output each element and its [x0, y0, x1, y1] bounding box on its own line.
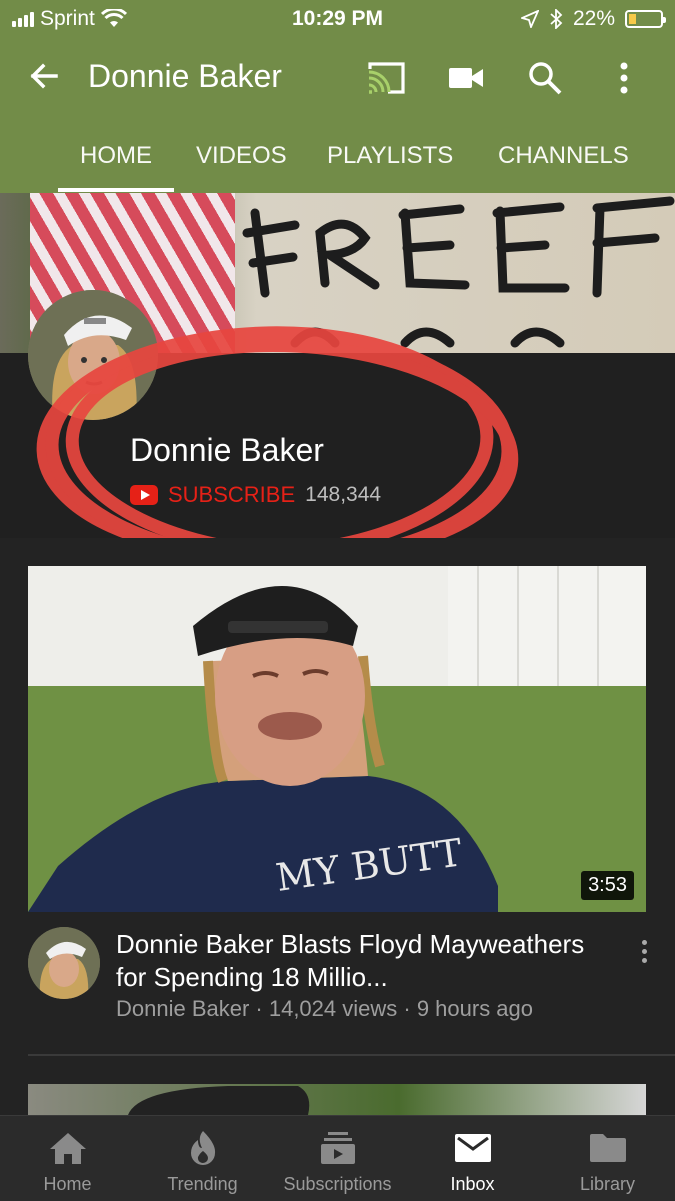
- more-options-button[interactable]: [604, 58, 644, 98]
- subscribe-button[interactable]: SUBSCRIBE: [168, 482, 295, 508]
- youtube-logo-icon: [130, 485, 158, 505]
- bottom-navigation: Home Trending Subscriptions Inbox Librar…: [0, 1115, 675, 1201]
- nav-library-label: Library: [579, 1174, 636, 1194]
- video-more-options-button[interactable]: [630, 940, 658, 976]
- search-icon: [529, 62, 562, 95]
- battery-icon: [625, 10, 666, 28]
- tab-playlists[interactable]: PLAYLISTS: [327, 142, 453, 170]
- nav-subscriptions-label: Subscriptions: [283, 1174, 392, 1194]
- app-bar: Donnie Baker: [0, 40, 675, 116]
- nav-library[interactable]: Library: [540, 1116, 675, 1201]
- nav-home-label: Home: [43, 1174, 92, 1194]
- nav-inbox[interactable]: Inbox: [405, 1116, 540, 1201]
- status-bar: Sprint 10:29 PM 22%: [0, 0, 675, 40]
- video-title[interactable]: Donnie Baker Blasts Floyd Mayweathers fo…: [116, 928, 616, 994]
- tab-home[interactable]: HOME: [80, 142, 152, 170]
- cast-icon: [368, 62, 405, 94]
- header: Sprint 10:29 PM 22% Donnie Baker HOME VI…: [0, 0, 675, 193]
- active-tab-indicator: [58, 188, 174, 192]
- nav-home[interactable]: Home: [0, 1116, 135, 1201]
- video-camera-icon: [449, 68, 483, 88]
- subscribe-row: SUBSCRIBE 148,344: [130, 482, 381, 508]
- video-thumbnail[interactable]: MY BUTT 3:53: [28, 566, 646, 912]
- channel-name: Donnie Baker: [130, 432, 324, 468]
- mail-icon: [454, 1134, 491, 1162]
- banner-sign-scribble: [242, 196, 675, 348]
- location-arrow-icon: [520, 10, 539, 28]
- more-vert-icon: [620, 62, 628, 94]
- battery-percent: 22%: [572, 7, 615, 30]
- video-channel-avatar[interactable]: [28, 927, 100, 999]
- channel-title: Donnie Baker: [88, 58, 282, 94]
- next-thumbnail-image: [128, 1086, 310, 1115]
- subscriptions-icon: [320, 1132, 355, 1164]
- folder-icon: [589, 1134, 626, 1162]
- avatar-portrait: [28, 290, 158, 420]
- nav-inbox-label: Inbox: [450, 1174, 495, 1194]
- search-button[interactable]: [525, 58, 565, 98]
- upload-video-button[interactable]: [446, 58, 486, 98]
- flame-icon: [190, 1131, 215, 1165]
- list-divider: [28, 1054, 675, 1056]
- bluetooth-icon: [550, 9, 563, 29]
- nav-subscriptions[interactable]: Subscriptions: [270, 1116, 405, 1201]
- back-arrow-icon[interactable]: [26, 58, 62, 94]
- thumbnail-image: MY BUTT: [28, 566, 646, 912]
- video-duration: 3:53: [581, 871, 634, 900]
- channel-tabs: HOME VIDEOS PLAYLISTS CHANNELS: [0, 128, 675, 193]
- video-metadata: Donnie Baker · 14,024 views · 9 hours ag…: [116, 996, 534, 1021]
- nav-trending-label: Trending: [167, 1174, 238, 1194]
- cast-button[interactable]: [366, 58, 406, 98]
- tab-channels[interactable]: CHANNELS: [498, 142, 629, 170]
- subscriber-count: 148,344: [305, 483, 382, 506]
- nav-trending[interactable]: Trending: [135, 1116, 270, 1201]
- channel-avatar[interactable]: [28, 290, 158, 420]
- tab-videos[interactable]: VIDEOS: [196, 142, 287, 170]
- next-video-thumbnail[interactable]: [28, 1084, 646, 1115]
- home-icon: [49, 1133, 86, 1164]
- avatar-small-portrait: [28, 927, 100, 999]
- battery-level: [629, 14, 636, 24]
